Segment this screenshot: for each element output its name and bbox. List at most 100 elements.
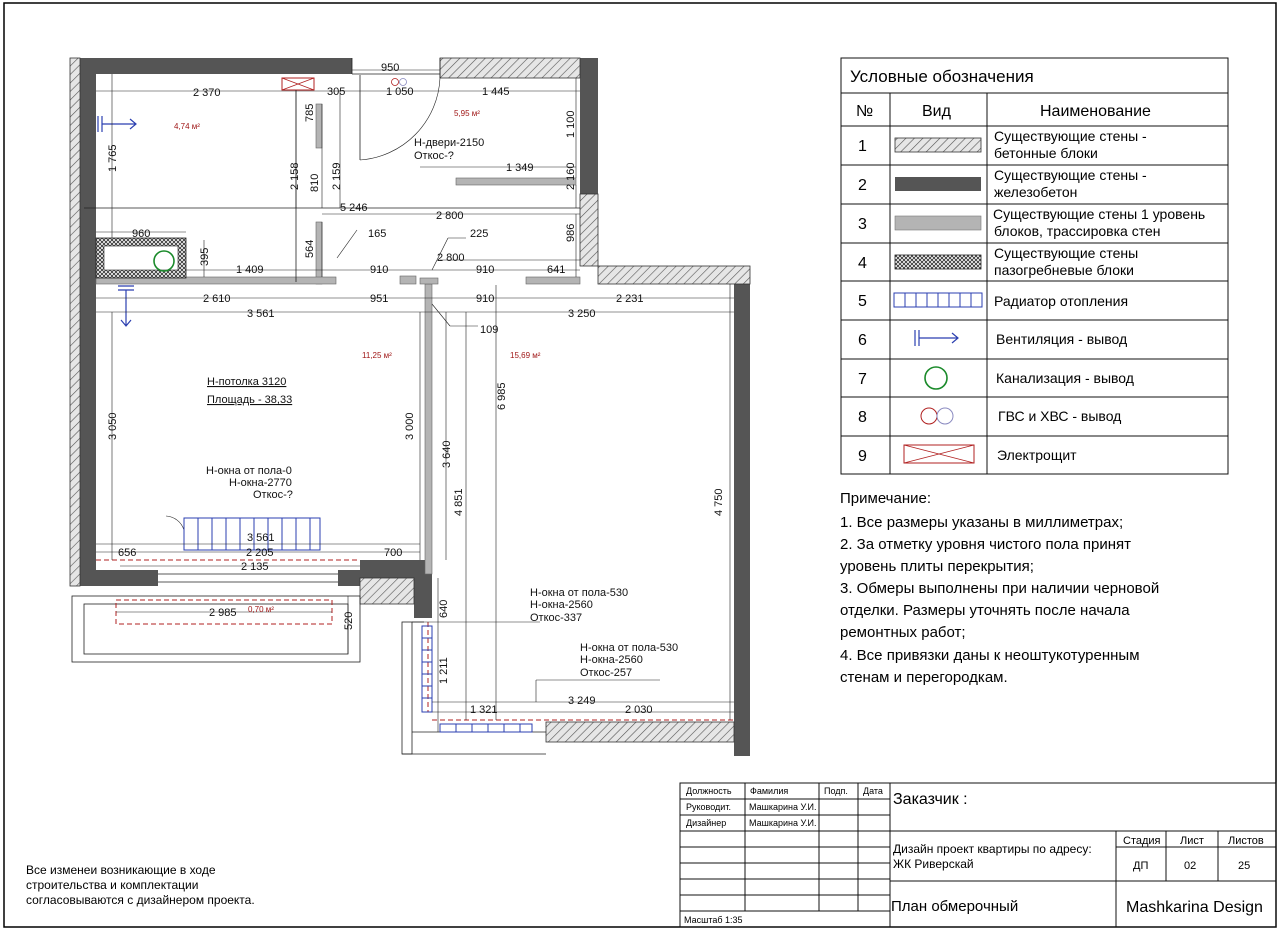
legend-num: 4 bbox=[858, 255, 867, 272]
dim-3249: 3 249 bbox=[568, 695, 596, 707]
dim-951: 951 bbox=[370, 293, 388, 305]
notes-block: Примечание: 1. Все размеры указаны в мил… bbox=[840, 490, 1159, 686]
dim-4750: 4 750 bbox=[713, 488, 725, 516]
legend-table: Условные обозначения № Вид Наименование … bbox=[840, 57, 1229, 475]
title-block-role: Руководит. bbox=[686, 802, 731, 812]
title-block-sign-header: Подп. bbox=[824, 786, 848, 796]
legend-name-line1: Существующие стены 1 уровень bbox=[993, 206, 1205, 222]
dim-395: 395 bbox=[199, 248, 211, 266]
dim-2231: 2 231 bbox=[616, 293, 644, 305]
title-block-project-line2: ЖК Риверскай bbox=[893, 857, 974, 871]
legend-name-line1: Существующие стены - bbox=[994, 167, 1147, 183]
legend-title: Условные обозначения bbox=[850, 67, 1034, 86]
dim-109: 109 bbox=[480, 324, 498, 336]
dim-2800b: 2 800 bbox=[437, 252, 465, 264]
dim-2158: 2 158 bbox=[289, 162, 301, 190]
title-block-surname-header: Фамилия bbox=[750, 786, 788, 796]
legend-col-num: № bbox=[856, 103, 873, 120]
window2-line3: Откос-337 bbox=[530, 612, 582, 624]
legend-col-view: Вид bbox=[922, 103, 952, 120]
dim-6985: 6 985 bbox=[496, 382, 508, 410]
legend-name-line2: железобетон bbox=[994, 184, 1077, 200]
notes-title: Примечание: bbox=[840, 490, 931, 507]
dim-910a: 910 bbox=[370, 264, 388, 276]
dim-564: 564 bbox=[304, 240, 316, 258]
dim-3640: 3 640 bbox=[441, 440, 453, 468]
title-block-project-line1: Дизайн проект квартиры по адресу: bbox=[893, 842, 1092, 856]
concrete-block-swatch bbox=[894, 137, 982, 153]
dim-165: 165 bbox=[368, 228, 386, 240]
water-supply-icon bbox=[920, 407, 954, 425]
dim-2159: 2 159 bbox=[331, 162, 343, 190]
note-line: 2. За отметку уровня чистого пола принят bbox=[840, 536, 1131, 553]
area-5: 0,70 м² bbox=[248, 605, 274, 614]
dim-305: 305 bbox=[327, 86, 345, 98]
legend-name-line2: бетонные блоки bbox=[994, 145, 1098, 161]
dim-225: 225 bbox=[470, 228, 488, 240]
title-block-customer: Заказчик : bbox=[893, 791, 968, 808]
ventilation-icon bbox=[97, 116, 137, 132]
note-line: 1. Все размеры указаны в миллиметрах; bbox=[840, 514, 1123, 531]
legend-name-line2: блоков, трассировка стен bbox=[994, 223, 1160, 239]
dim-1349: 1 349 bbox=[506, 162, 534, 174]
dim-3000: 3 000 bbox=[404, 412, 416, 440]
legend-num: 7 bbox=[858, 371, 867, 388]
tracing-wall-swatch bbox=[894, 215, 982, 231]
title-block-drawing-name: План обмерочный bbox=[891, 898, 1018, 915]
legend-num: 2 bbox=[858, 177, 867, 194]
window1-line2: Н-окна-2770 bbox=[229, 477, 292, 489]
block-walls bbox=[69, 57, 751, 743]
dim-4851: 4 851 bbox=[453, 488, 465, 516]
electric-panel-icon bbox=[281, 77, 315, 91]
ventilation-icon bbox=[914, 330, 959, 346]
title-block-sheets: 25 bbox=[1238, 860, 1250, 872]
reinforced-concrete-swatch bbox=[895, 177, 981, 191]
legend-name-line1: Существующие стены bbox=[994, 245, 1138, 261]
legend-name-line1: ГВС и ХВС - вывод bbox=[998, 408, 1121, 424]
disclaimer-line: Все изменеи возникающие в ходе bbox=[26, 863, 216, 877]
dim-520: 520 bbox=[343, 612, 355, 630]
dim-2610: 2 610 bbox=[203, 293, 231, 305]
legend-num: 5 bbox=[858, 293, 867, 310]
sewer-icon bbox=[924, 366, 948, 390]
window1-line3: Откос-? bbox=[253, 489, 293, 501]
total-area: Площадь - 38,33 bbox=[207, 394, 292, 406]
dim-3050: 3 050 bbox=[107, 412, 119, 440]
title-block-name: Машкарина У.И. bbox=[749, 818, 816, 828]
title-block: Должность Фамилия Подп. Дата Руководит. … bbox=[679, 782, 1277, 928]
title-block-date-header: Дата bbox=[863, 786, 883, 796]
title-block-name: Машкарина У.И. bbox=[749, 802, 816, 812]
dim-2135: 2 135 bbox=[241, 561, 269, 573]
title-block-scale: Масштаб 1:35 bbox=[684, 915, 743, 925]
tongue-groove-swatch bbox=[894, 254, 982, 270]
note-line: уровень плиты перекрытия; bbox=[840, 558, 1034, 575]
dim-3250: 3 250 bbox=[568, 308, 596, 320]
ventilation-icon bbox=[118, 285, 134, 327]
drawing-sheet: 950 2 370 305 1 050 1 445 785 1 100 1 76… bbox=[3, 2, 1277, 928]
legend-name-line1: Канализация - вывод bbox=[996, 370, 1134, 386]
dim-2370: 2 370 bbox=[193, 87, 221, 99]
legend-name-line2: пазогребневые блоки bbox=[994, 262, 1134, 278]
dim-810: 810 bbox=[309, 174, 321, 192]
dim-2985: 2 985 bbox=[209, 607, 237, 619]
partition-inner bbox=[103, 245, 179, 271]
disclaimer: Все изменеи возникающие в ходе строитель… bbox=[26, 863, 255, 907]
dim-1321: 1 321 bbox=[470, 704, 498, 716]
door-slope: Откос-? bbox=[414, 150, 454, 162]
note-line: 4. Все привязки даны к неоштукотуренным bbox=[840, 647, 1140, 664]
electric-panel-icon bbox=[903, 444, 975, 464]
note-line: стенам и перегородкам. bbox=[840, 669, 1008, 686]
dim-1765: 1 765 bbox=[107, 144, 119, 172]
dim-910c: 910 bbox=[476, 293, 494, 305]
title-block-sheet-header: Лист bbox=[1180, 835, 1204, 847]
dim-1050: 1 050 bbox=[386, 86, 414, 98]
dim-2160: 2 160 bbox=[565, 162, 577, 190]
dim-641: 641 bbox=[547, 264, 565, 276]
dim-3561b: 3 561 bbox=[247, 532, 275, 544]
legend-num: 9 bbox=[858, 448, 867, 465]
legend-name-line1: Существующие стены - bbox=[994, 128, 1147, 144]
dim-2800a: 2 800 bbox=[436, 210, 464, 222]
disclaimer-line: строительства и комплектации bbox=[26, 878, 198, 892]
window1-line1: Н-окна от пола-0 bbox=[206, 465, 292, 477]
area-4: 15,69 м² bbox=[510, 351, 541, 360]
